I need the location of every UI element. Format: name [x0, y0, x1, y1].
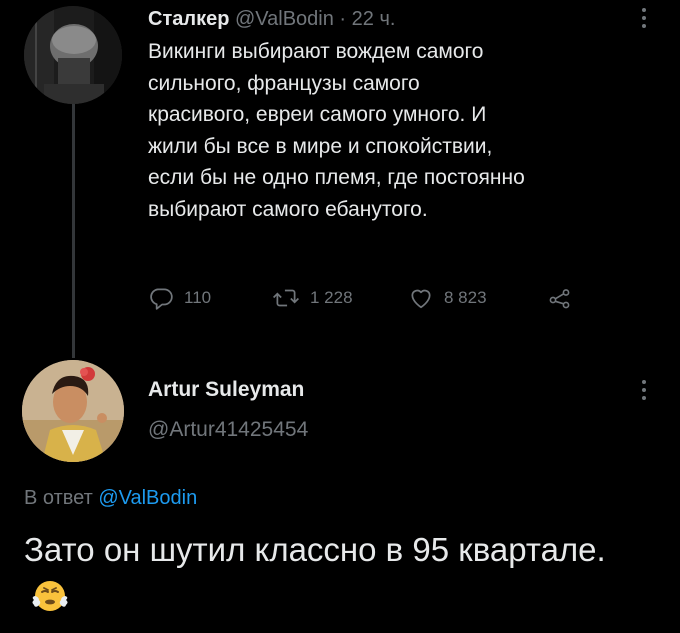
more-icon[interactable]	[634, 6, 654, 30]
tweet-text: Зато он шутил классно в 95 квартале.	[24, 526, 644, 622]
more-icon[interactable]	[634, 378, 654, 402]
face-with-steam-emoji-icon	[30, 575, 70, 615]
thread-connector-line	[72, 102, 75, 358]
header-separator: ·	[333, 8, 352, 30]
avatar[interactable]	[22, 360, 124, 462]
retweet-icon	[273, 289, 299, 307]
reply-mention-link[interactable]: @ValBodin	[98, 487, 197, 509]
like-count: 8 823	[444, 288, 487, 307]
reply-count: 110	[184, 288, 212, 307]
reply-context: В ответ @ValBodin	[24, 487, 197, 510]
share-icon	[549, 289, 570, 309]
avatar[interactable]	[24, 6, 122, 104]
avatar-image	[24, 6, 122, 104]
author-name[interactable]: Сталкер	[148, 8, 229, 30]
reply-icon	[150, 288, 173, 310]
author-name[interactable]: Artur Suleyman	[148, 378, 304, 402]
avatar-image	[22, 360, 124, 462]
tweet-header: Сталкер @ValBodin · 22 ч.	[148, 4, 618, 34]
retweet-button[interactable]: 1 228	[272, 282, 353, 314]
author-handle[interactable]: @Artur41425454	[148, 418, 308, 442]
like-icon	[411, 289, 431, 309]
tweet-time[interactable]: 22 ч.	[352, 8, 396, 30]
reply-button[interactable]: 110	[148, 282, 211, 314]
share-button[interactable]	[548, 282, 572, 314]
like-button[interactable]: 8 823	[408, 282, 487, 314]
tweet-text-content: Зато он шутил классно в 95 квартале.	[24, 531, 606, 568]
retweet-count: 1 228	[310, 288, 353, 307]
tweet-actions: 110 1 228 8 823	[148, 282, 608, 314]
tweet-text: Викинги выбирают вождем самого сильного,…	[148, 40, 525, 221]
reply-prefix: В ответ	[24, 487, 99, 509]
author-handle[interactable]: @ValBodin	[235, 8, 334, 30]
